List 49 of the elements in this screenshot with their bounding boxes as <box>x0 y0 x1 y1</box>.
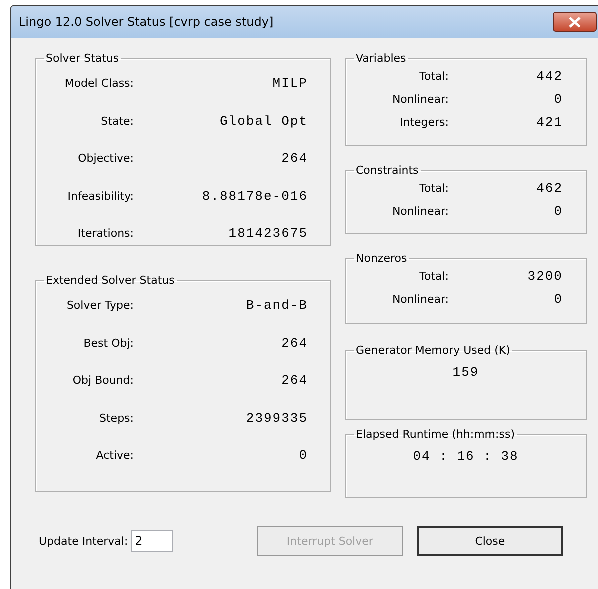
close-icon <box>569 16 581 28</box>
field-value: 04 : 16 : 38 <box>412 449 520 464</box>
field-label: Best Obj: <box>82 336 134 350</box>
field-value: MILP <box>272 76 308 92</box>
field-value: 0 <box>298 448 308 464</box>
field-label: Active: <box>95 449 134 462</box>
field-value: 181423675 <box>228 226 308 242</box>
field-value: 264 <box>280 373 308 388</box>
close-dialog-button[interactable]: Close <box>417 526 564 556</box>
window-title: Lingo 12.0 Solver Status [cvrp case study] <box>19 15 275 29</box>
field-label: Nonlinear: <box>391 205 449 218</box>
field-value: 3200 <box>526 269 563 284</box>
field-label: Total: <box>418 70 449 83</box>
field-value: Global Opt <box>218 114 308 129</box>
field-label: Nonlinear: <box>391 293 449 306</box>
group-title: Solver Status <box>45 52 120 65</box>
field-label: Steps: <box>98 412 134 425</box>
field-value: 442 <box>536 69 563 84</box>
group-title: Extended Solver Status <box>45 274 176 287</box>
field-label: State: <box>100 114 134 128</box>
field-value: 0 <box>553 92 563 107</box>
group-title: Nonzeros <box>355 252 408 265</box>
group-title: Generator Memory Used (K) <box>355 344 512 357</box>
field-value: 264 <box>280 151 308 166</box>
field-value: 159 <box>452 365 480 380</box>
field-label: Obj Bound: <box>72 374 134 388</box>
field-value: B-and-B <box>245 298 308 314</box>
group-title: Constraints <box>355 164 420 177</box>
field-label: Objective: <box>77 152 134 166</box>
field-label: Model Class: <box>64 77 134 90</box>
close-button[interactable] <box>553 12 597 32</box>
field-value: 462 <box>536 181 563 196</box>
input-field[interactable]: 2 <box>131 530 174 552</box>
field-label: Nonlinear: <box>391 93 449 106</box>
field-value: 8.88178e-016 <box>201 188 308 204</box>
field-label: Update Interval: <box>39 534 128 548</box>
field-label: Solver Type: <box>66 299 134 312</box>
group-title: Variables <box>355 52 408 65</box>
field-value: 264 <box>280 336 308 351</box>
field-label: Integers: <box>398 116 449 129</box>
field-label: Iterations: <box>76 227 134 240</box>
field-label: Total: <box>418 182 449 195</box>
field-value: 2399335 <box>245 410 308 426</box>
group-title: Elapsed Runtime (hh:mm:ss) <box>355 428 516 441</box>
field-label: Infeasibility: <box>66 190 134 203</box>
field-value: 0 <box>553 292 563 307</box>
field-value: 421 <box>536 115 563 130</box>
field-label: Total: <box>418 270 449 283</box>
field-value: 0 <box>553 204 563 219</box>
